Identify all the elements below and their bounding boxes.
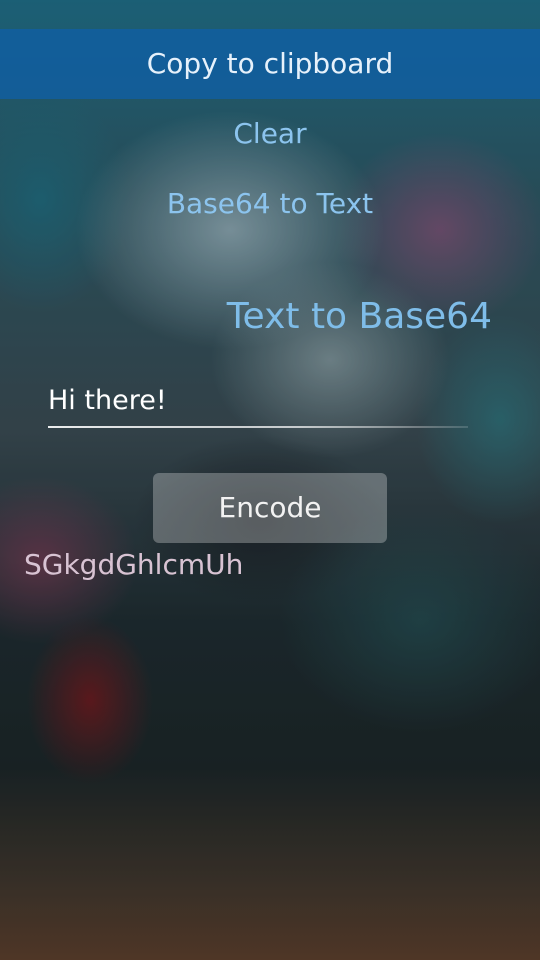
- text-input-field[interactable]: [48, 378, 468, 428]
- page-title: Text to Base64: [226, 296, 492, 337]
- menu-item-clear[interactable]: Clear: [0, 99, 540, 169]
- menu-item-copy-to-clipboard[interactable]: Copy to clipboard: [0, 29, 540, 99]
- input-underline: [48, 426, 468, 428]
- encode-button[interactable]: Encode: [153, 473, 387, 543]
- text-input[interactable]: [48, 378, 468, 422]
- app-page: Copy to clipboard Clear Base64 to Text T…: [0, 0, 540, 960]
- menu-item-base64-to-text[interactable]: Base64 to Text: [0, 169, 540, 239]
- encoded-result-text: SGkgdGhlcmUh: [24, 548, 244, 581]
